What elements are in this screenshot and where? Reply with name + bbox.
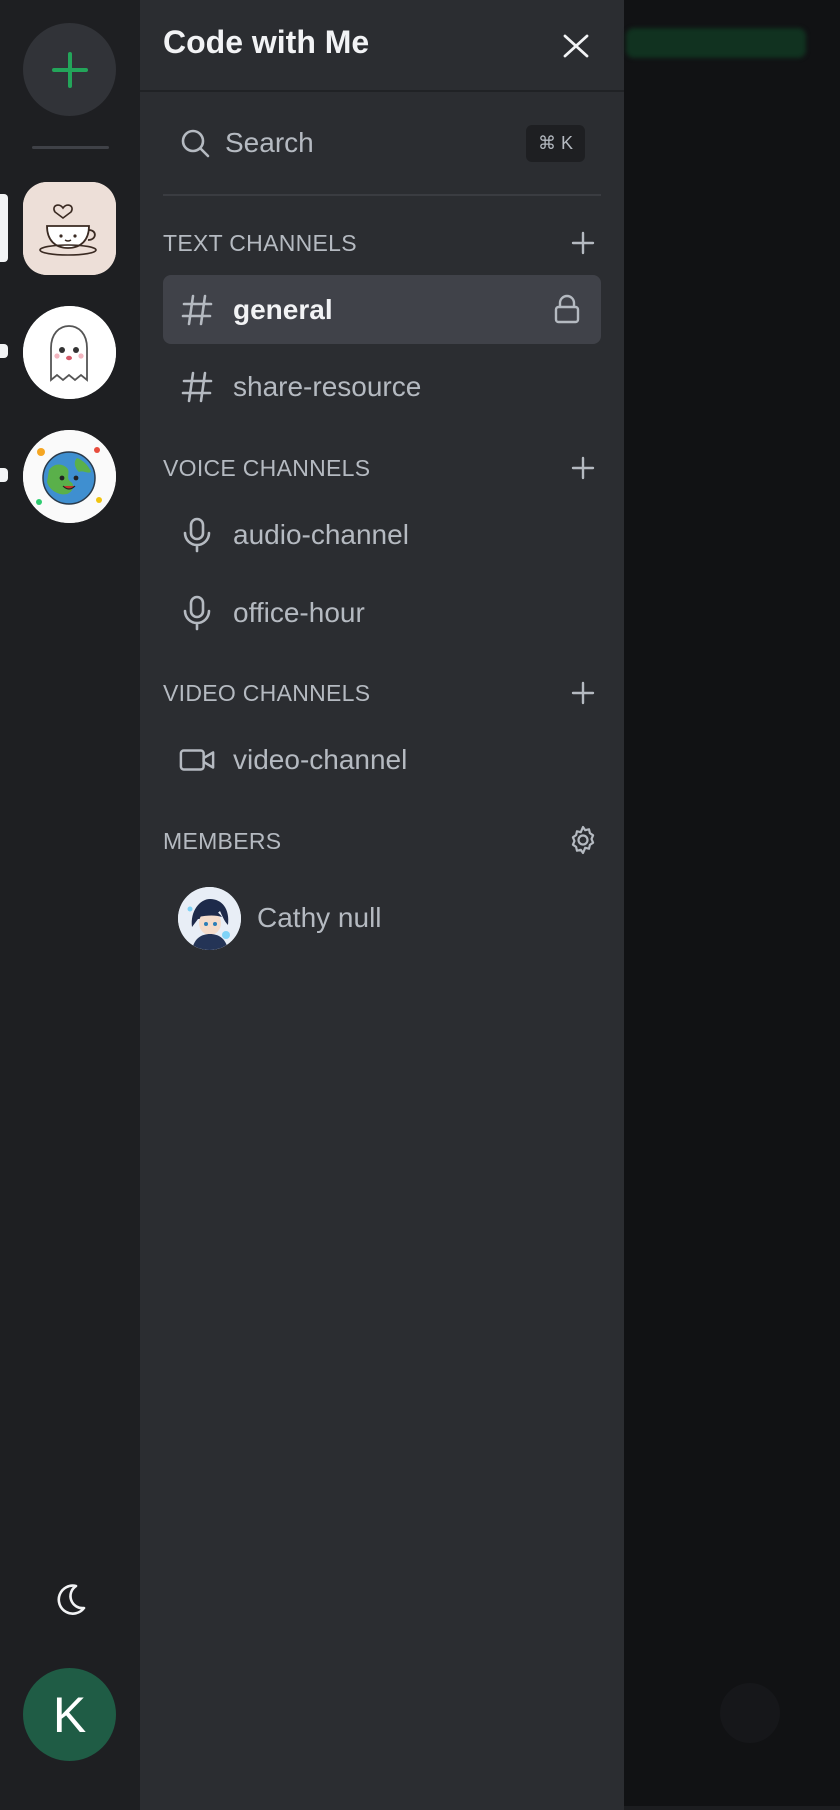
unread-indicator [0, 468, 8, 482]
search-icon [181, 129, 210, 158]
plus-icon [571, 231, 595, 255]
user-avatar-button[interactable]: K [23, 1668, 116, 1761]
bottom-divider [624, 1806, 840, 1810]
channel-audio-channel[interactable]: audio-channel [163, 500, 601, 569]
text-channels-heading: TEXT CHANNELS [163, 230, 357, 256]
unread-indicator [0, 344, 8, 358]
video-camera-icon [179, 742, 215, 778]
member-name: Cathy null [257, 902, 382, 933]
active-server-indicator [0, 194, 8, 262]
close-panel-button[interactable] [558, 28, 594, 64]
theme-toggle-button[interactable] [52, 1582, 88, 1618]
lock-icon [554, 294, 580, 324]
server-rail: K [0, 0, 140, 1810]
plus-icon [571, 681, 595, 705]
channel-office-hour[interactable]: office-hour [163, 578, 601, 647]
video-channels-heading: VIDEO CHANNELS [163, 680, 371, 706]
microphone-icon [179, 595, 215, 631]
channel-label: office-hour [233, 596, 365, 628]
dimmed-header-button [626, 28, 806, 58]
plus-icon [571, 456, 595, 480]
coffee-cup-icon [23, 182, 116, 275]
channel-panel: Code with Me Search ⌘ K TEXT CHANNELS ge… [140, 0, 624, 1810]
channel-label: video-channel [233, 743, 408, 775]
search-divider [163, 194, 601, 196]
add-text-channel-button[interactable] [568, 228, 598, 258]
add-voice-channel-button[interactable] [568, 453, 598, 483]
gear-icon [571, 825, 595, 855]
rail-divider [32, 146, 109, 149]
panel-header: Code with Me [140, 0, 624, 92]
server-earth[interactable] [23, 430, 116, 523]
channel-share-resource[interactable]: share-resource [163, 352, 601, 421]
channel-label: share-resource [233, 370, 422, 402]
member-item[interactable]: Cathy null [163, 882, 601, 954]
user-initial: K [52, 1686, 87, 1743]
ghost-icon [23, 306, 116, 399]
add-video-channel-button[interactable] [568, 678, 598, 708]
channel-general[interactable]: general [163, 275, 601, 344]
server-name: Code with Me [163, 24, 370, 60]
close-icon [563, 34, 589, 58]
channel-label: general [233, 293, 333, 325]
member-avatar [178, 886, 241, 950]
hash-icon [179, 292, 215, 328]
search-label: Search [225, 127, 314, 158]
members-heading: MEMBERS [163, 828, 282, 854]
app-window: K Code with Me Search ⌘ K TEXT CHANNELS [0, 0, 840, 1810]
main-content-overlay[interactable] [624, 0, 840, 1810]
search-button[interactable]: Search ⌘ K [163, 112, 600, 174]
moon-icon [57, 1584, 86, 1615]
earth-icon [23, 430, 116, 523]
dimmed-floating-button [720, 1683, 780, 1743]
channel-label: audio-channel [233, 518, 409, 550]
add-server-button[interactable] [23, 23, 116, 116]
hash-icon [179, 369, 215, 405]
channel-video-channel[interactable]: video-channel [163, 725, 601, 794]
microphone-icon [179, 517, 215, 553]
server-ghost[interactable] [23, 306, 116, 399]
server-coffee-cup[interactable] [23, 182, 116, 275]
manage-members-button[interactable] [568, 825, 598, 855]
voice-channels-heading: VOICE CHANNELS [163, 455, 371, 481]
search-shortcut-badge: ⌘ K [525, 125, 585, 162]
plus-icon [51, 51, 88, 88]
